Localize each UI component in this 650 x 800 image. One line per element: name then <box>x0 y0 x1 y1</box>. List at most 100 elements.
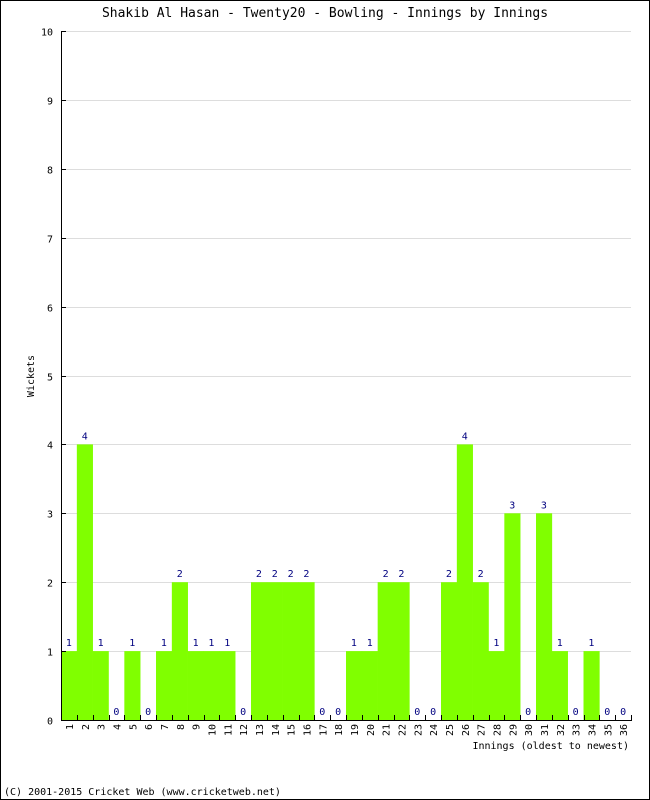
x-tick-label: 9 <box>192 724 203 730</box>
x-tick-label: 28 <box>492 724 503 736</box>
y-tick-label: 9 <box>47 97 53 108</box>
data-label: 0 <box>240 707 246 718</box>
x-tick-label: 18 <box>334 724 345 736</box>
data-label: 0 <box>319 707 325 718</box>
data-label: 4 <box>82 431 88 442</box>
bar <box>472 582 489 720</box>
x-tick-label: 24 <box>429 724 440 736</box>
x-tick-label: 29 <box>508 724 519 736</box>
data-label: 1 <box>66 638 72 649</box>
x-tick-label: 12 <box>239 724 250 736</box>
data-label: 4 <box>462 431 468 442</box>
data-label: 2 <box>177 569 183 580</box>
x-tick-label: 7 <box>160 724 171 730</box>
y-tick-label: 10 <box>41 28 53 39</box>
x-tick-label: 20 <box>366 724 377 736</box>
x-tick-label: 15 <box>287 724 298 736</box>
data-label: 2 <box>288 569 294 580</box>
data-label: 1 <box>367 638 373 649</box>
x-tick-label: 26 <box>461 724 472 736</box>
chart-title: Shakib Al Hasan - Twenty20 - Bowling - I… <box>102 6 548 21</box>
data-label: 2 <box>398 569 404 580</box>
bar <box>187 651 204 720</box>
bar <box>504 513 521 720</box>
data-label: 1 <box>161 638 167 649</box>
data-label: 0 <box>620 707 626 718</box>
x-tick-label: 6 <box>144 724 155 730</box>
x-tick-label: 22 <box>397 724 408 736</box>
data-label: 3 <box>509 500 515 511</box>
bar <box>92 651 109 720</box>
y-tick-label: 6 <box>47 304 53 315</box>
bar <box>282 582 299 720</box>
bar <box>456 444 473 720</box>
data-label: 1 <box>557 638 563 649</box>
data-label: 0 <box>604 707 610 718</box>
data-label: 0 <box>414 707 420 718</box>
data-label: 2 <box>272 569 278 580</box>
data-label: 1 <box>129 638 135 649</box>
bar <box>377 582 394 720</box>
x-tick-label: 10 <box>207 724 218 736</box>
data-label: 2 <box>256 569 262 580</box>
x-tick-label: 5 <box>128 724 139 730</box>
x-tick-label: 16 <box>302 724 313 736</box>
bar <box>346 651 363 720</box>
bar <box>251 582 268 720</box>
y-tick-label: 1 <box>47 648 53 659</box>
bar <box>266 582 283 720</box>
x-tick-label: 33 <box>572 724 583 736</box>
x-tick-label: 23 <box>413 724 424 736</box>
footer-copyright: (C) 2001-2015 Cricket Web (www.cricketwe… <box>4 787 281 798</box>
bar <box>61 651 78 720</box>
y-tick-label: 0 <box>47 717 53 728</box>
data-label: 2 <box>446 569 452 580</box>
data-label: 1 <box>98 638 104 649</box>
x-tick-label: 32 <box>556 724 567 736</box>
x-tick-label: 13 <box>255 724 266 736</box>
chart: Shakib Al Hasan - Twenty20 - Bowling - I… <box>4 6 632 798</box>
data-label: 0 <box>573 707 579 718</box>
x-tick-label: 30 <box>524 724 535 736</box>
data-label: 1 <box>493 638 499 649</box>
bar <box>536 513 553 720</box>
data-label: 2 <box>478 569 484 580</box>
x-tick-label: 8 <box>176 724 187 730</box>
x-tick-label: 19 <box>350 724 361 736</box>
x-tick-label: 25 <box>445 724 456 736</box>
x-tick-label: 4 <box>112 724 123 730</box>
y-axis-label: Wickets <box>26 355 37 397</box>
x-tick-label: 3 <box>97 724 108 730</box>
bar <box>76 444 93 720</box>
data-label: 1 <box>351 638 357 649</box>
bar <box>361 651 378 720</box>
data-label: 0 <box>113 707 119 718</box>
data-label: 0 <box>145 707 151 718</box>
y-tick-label: 4 <box>47 441 53 452</box>
bar <box>441 582 458 720</box>
x-axis-label: Innings (oldest to newest) <box>472 741 629 752</box>
data-label: 0 <box>335 707 341 718</box>
y-tick-label: 2 <box>47 579 53 590</box>
y-tick-label: 3 <box>47 510 53 521</box>
x-tick-label: 34 <box>587 724 598 736</box>
y-tick-label: 7 <box>47 235 53 246</box>
bar <box>203 651 220 720</box>
y-tick-label: 8 <box>47 166 53 177</box>
x-tick-label: 31 <box>540 724 551 736</box>
data-label: 1 <box>208 638 214 649</box>
data-label: 1 <box>224 638 230 649</box>
x-tick-label: 14 <box>271 724 282 736</box>
bar <box>393 582 410 720</box>
x-tick-label: 21 <box>382 724 393 736</box>
data-label: 3 <box>541 500 547 511</box>
bar <box>219 651 236 720</box>
x-tick-label: 11 <box>223 724 234 736</box>
data-label: 0 <box>525 707 531 718</box>
bar <box>488 651 505 720</box>
data-label: 0 <box>430 707 436 718</box>
x-tick-label: 36 <box>619 724 630 736</box>
bar <box>583 651 600 720</box>
x-tick-label: 1 <box>65 724 76 730</box>
y-tick-label: 5 <box>47 373 53 384</box>
